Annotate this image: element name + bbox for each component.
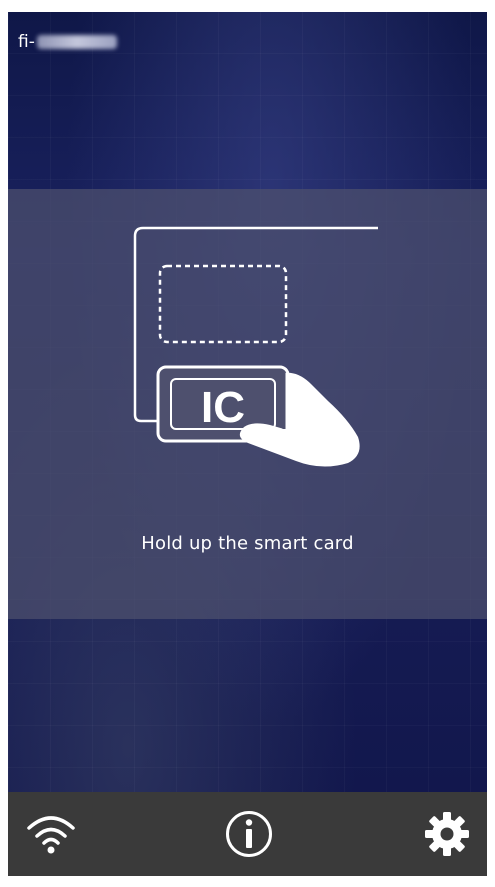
smart-card-illustration: IC [133,226,378,467]
card-target-area [158,264,288,344]
info-icon [226,811,272,857]
ic-card-label: IC [201,383,245,432]
wifi-icon [27,816,75,854]
prompt-message: Hold up the smart card [141,533,354,554]
scanner-screen: fi- IC Hold up the smart card [8,12,487,876]
bottom-toolbar [8,792,487,876]
settings-button[interactable] [419,806,475,862]
gear-icon [425,812,469,856]
model-name: fi- [18,32,117,52]
smart-card-prompt-panel: IC Hold up the smart card [8,189,487,619]
model-number-redacted [36,35,117,49]
info-button[interactable] [221,806,277,862]
model-prefix: fi- [18,32,35,52]
wifi-button[interactable] [23,806,79,862]
